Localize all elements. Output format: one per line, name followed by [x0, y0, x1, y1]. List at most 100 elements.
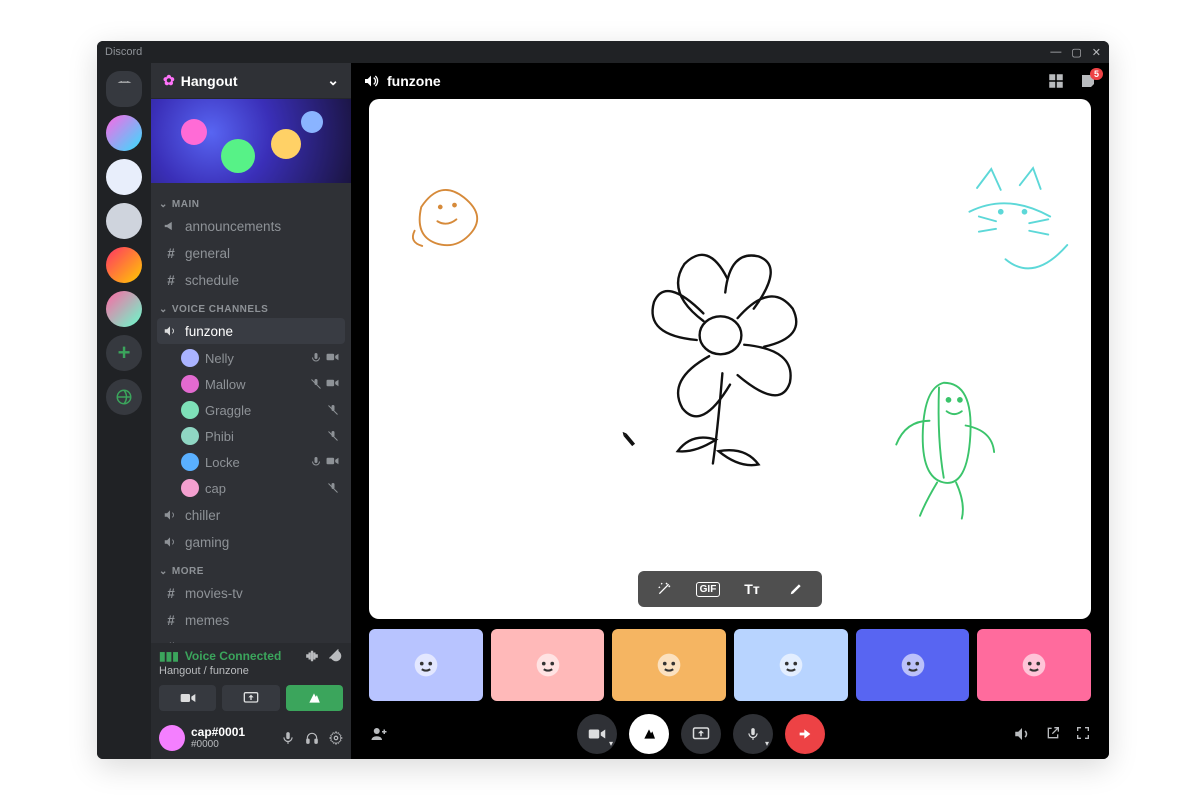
- screen-share-button[interactable]: [222, 685, 279, 711]
- boost-icon: ✿: [163, 72, 175, 89]
- voice-user[interactable]: cap: [157, 475, 345, 501]
- voice-user[interactable]: Graggle: [157, 397, 345, 423]
- screenshare-toggle[interactable]: [681, 714, 721, 754]
- magic-wand-button[interactable]: [642, 573, 686, 605]
- activity-button[interactable]: [286, 685, 343, 711]
- channel-games[interactable]: #games: [157, 634, 345, 643]
- avatar: [181, 375, 199, 393]
- channel-chiller[interactable]: chiller: [157, 502, 345, 528]
- hash-icon: #: [163, 246, 179, 261]
- grid-view-icon[interactable]: [1047, 72, 1065, 90]
- voice-user[interactable]: Phibi: [157, 423, 345, 449]
- channel-funzone[interactable]: funzone: [157, 318, 345, 344]
- hash-icon: #: [163, 613, 179, 628]
- participant-tile[interactable]: [612, 629, 726, 701]
- activity-launch[interactable]: [629, 714, 669, 754]
- user-tag: #0000: [191, 739, 245, 750]
- server-icon[interactable]: [106, 159, 142, 195]
- channel-sidebar: ✿ Hangout ⌄ ⌄MAINannouncements#general#s…: [151, 63, 351, 759]
- server-banner: [151, 99, 351, 183]
- disconnect-icon[interactable]: [329, 649, 343, 663]
- pencil-cursor: [621, 431, 635, 447]
- speaker-icon: [363, 73, 379, 89]
- voice-user[interactable]: Nelly: [157, 345, 345, 371]
- noise-suppression-icon[interactable]: [305, 649, 319, 663]
- drawing-canvas[interactable]: GIF Tᴛ: [369, 99, 1091, 619]
- channel-movies-tv[interactable]: #movies-tv: [157, 580, 345, 606]
- invite-icon[interactable]: [369, 725, 389, 743]
- participant-thumbnails: [369, 629, 1091, 701]
- category-header[interactable]: ⌄VOICE CHANNELS: [151, 294, 351, 317]
- channel-gaming[interactable]: gaming: [157, 529, 345, 555]
- chevron-down-icon: ⌄: [159, 199, 168, 210]
- voice-location: Hangout / funzone: [159, 665, 281, 677]
- pencil-tool-button[interactable]: [774, 573, 818, 605]
- channel-general[interactable]: #general: [157, 240, 345, 266]
- explore-server-button[interactable]: [106, 379, 142, 415]
- inbox-badge: 5: [1090, 68, 1103, 80]
- user-nick: cap#0001: [191, 726, 245, 739]
- voice-user[interactable]: Locke: [157, 449, 345, 475]
- mic-icon[interactable]: [281, 731, 295, 745]
- channel-memes[interactable]: #memes: [157, 607, 345, 633]
- server-icon[interactable]: [106, 247, 142, 283]
- avatar: [181, 479, 199, 497]
- headphones-icon[interactable]: [305, 731, 319, 745]
- text-tool-button[interactable]: Tᴛ: [730, 573, 774, 605]
- maximize-button[interactable]: ▢: [1071, 46, 1081, 59]
- inbox-icon[interactable]: 5: [1079, 72, 1097, 90]
- main-area: funzone 5: [351, 63, 1109, 759]
- server-icon[interactable]: [106, 291, 142, 327]
- volume-icon[interactable]: [1013, 725, 1031, 743]
- server-name: Hangout: [181, 73, 238, 89]
- participant-tile[interactable]: [977, 629, 1091, 701]
- speaker-icon: [163, 324, 179, 338]
- gear-icon[interactable]: [329, 731, 343, 745]
- mic-toggle[interactable]: ▾: [733, 714, 773, 754]
- hash-icon: #: [163, 586, 179, 601]
- server-icon[interactable]: [106, 115, 142, 151]
- camera-button[interactable]: [159, 685, 216, 711]
- category-header[interactable]: ⌄MAIN: [151, 189, 351, 212]
- megaphone-icon: [163, 219, 179, 233]
- category-header[interactable]: ⌄MORE: [151, 556, 351, 579]
- channel-schedule[interactable]: #schedule: [157, 267, 345, 293]
- popout-icon[interactable]: [1045, 725, 1061, 743]
- leave-call[interactable]: [785, 714, 825, 754]
- speaker-icon: [163, 535, 179, 549]
- drawings: [369, 99, 1091, 619]
- avatar: [181, 401, 199, 419]
- participant-tile[interactable]: [734, 629, 848, 701]
- voice-user[interactable]: Mallow: [157, 371, 345, 397]
- voice-connected-label: ▮▮▮ Voice Connected: [159, 649, 281, 663]
- channel-announcements[interactable]: announcements: [157, 213, 345, 239]
- app-title: Discord: [105, 46, 142, 58]
- user-panel: cap#0001 #0000: [151, 717, 351, 759]
- server-header[interactable]: ✿ Hangout ⌄: [151, 63, 351, 99]
- avatar: [181, 453, 199, 471]
- draw-toolbar: GIF Tᴛ: [638, 571, 822, 607]
- gif-button[interactable]: GIF: [686, 573, 730, 605]
- server-icon[interactable]: [106, 71, 142, 107]
- participant-tile[interactable]: [369, 629, 483, 701]
- user-avatar[interactable]: [159, 725, 185, 751]
- participant-tile[interactable]: [856, 629, 970, 701]
- call-controls: ▾ ▾: [351, 709, 1109, 759]
- speaker-icon: [163, 508, 179, 522]
- minimize-button[interactable]: —: [1050, 46, 1061, 59]
- add-server-button[interactable]: +: [106, 335, 142, 371]
- server-icon[interactable]: [106, 203, 142, 239]
- participant-tile[interactable]: [491, 629, 605, 701]
- chevron-down-icon[interactable]: ⌄: [327, 72, 339, 89]
- close-button[interactable]: ✕: [1092, 46, 1101, 59]
- camera-toggle[interactable]: ▾: [577, 714, 617, 754]
- voice-status-panel: ▮▮▮ Voice Connected Hangout / funzone: [151, 643, 351, 717]
- server-rail: +: [97, 63, 151, 759]
- fullscreen-icon[interactable]: [1075, 725, 1091, 743]
- hash-icon: #: [163, 273, 179, 288]
- chevron-down-icon: ⌄: [159, 566, 168, 577]
- channel-list: ⌄MAINannouncements#general#schedule⌄VOIC…: [151, 183, 351, 643]
- titlebar: Discord — ▢ ✕: [97, 41, 1109, 63]
- avatar: [181, 427, 199, 445]
- window-controls: — ▢ ✕: [1050, 46, 1101, 59]
